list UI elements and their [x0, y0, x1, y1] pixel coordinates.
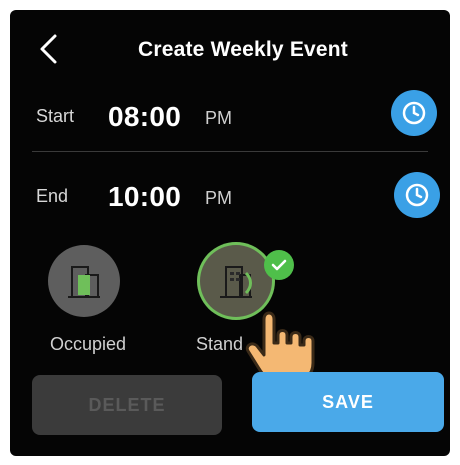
event-editor-screen: Create Weekly Event Start 08:00 PM End 1… — [10, 10, 450, 456]
page-title: Create Weekly Event — [137, 38, 349, 61]
end-time[interactable]: 10:00 — [108, 181, 181, 213]
end-label: End — [36, 186, 69, 206]
start-time-picker-button[interactable] — [391, 90, 437, 136]
start-label: Start — [36, 106, 75, 126]
start-ampm[interactable]: PM — [205, 108, 232, 129]
mode-occupied-button[interactable] — [48, 245, 120, 317]
selected-check-icon — [264, 250, 294, 280]
building-standby-icon — [220, 266, 252, 298]
end-time-picker-button[interactable] — [394, 172, 440, 218]
row-divider — [32, 151, 428, 152]
save-button[interactable]: SAVE — [252, 372, 444, 432]
start-time[interactable]: 08:00 — [108, 101, 181, 133]
mode-occupied-label: Occupied — [50, 334, 127, 354]
clock-icon — [405, 183, 429, 207]
clock-icon — [402, 101, 426, 125]
building-occupied-icon — [68, 266, 100, 298]
mode-standby-label: Stand — [196, 334, 244, 354]
end-ampm[interactable]: PM — [205, 188, 232, 209]
delete-button[interactable]: DELETE — [32, 375, 222, 435]
